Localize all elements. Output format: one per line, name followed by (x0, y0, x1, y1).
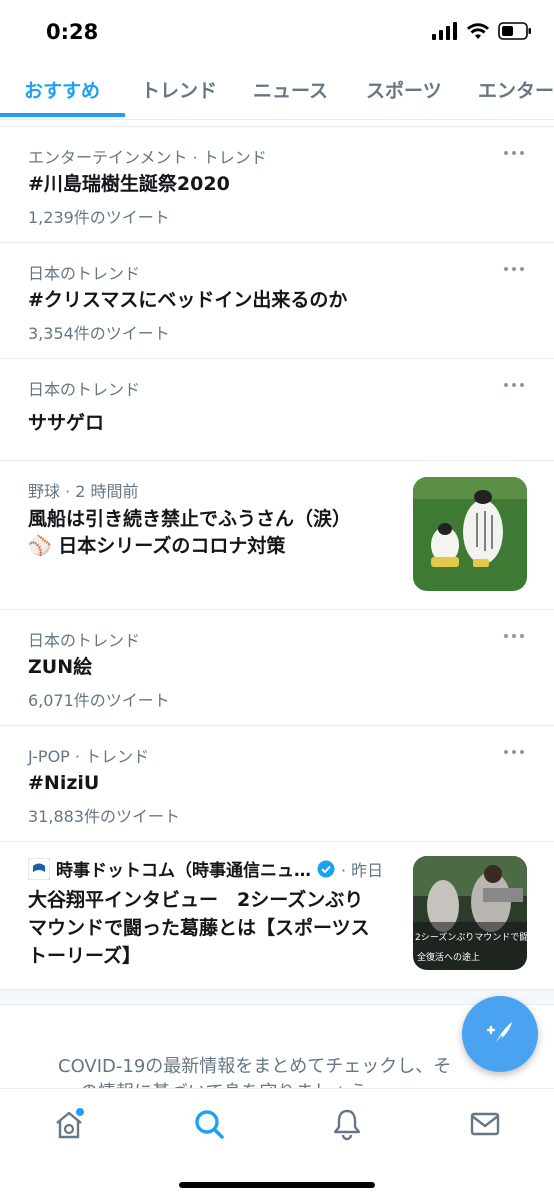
trend-meta: 日本のトレンド (28, 380, 141, 399)
more-options-icon[interactable] (504, 748, 524, 756)
news-thumbnail[interactable] (413, 477, 527, 591)
more-options-icon[interactable] (504, 381, 524, 389)
news-title-text: 日本シリーズのコロナ対策 (58, 535, 286, 557)
source-name: 時事ドットコム（時事通信ニュ… (56, 861, 311, 881)
trend-title: ササゲロ (28, 412, 105, 434)
jiji-logo-icon (28, 857, 50, 880)
trend-tweet-count: 31,883件のツイート (28, 807, 180, 826)
section-divider (0, 989, 554, 1005)
trend-item[interactable]: 日本のトレンド #クリスマスにベッドイン出来るのか 3,354件のツイート (0, 243, 554, 359)
compose-icon (486, 1022, 512, 1047)
compose-tweet-button[interactable] (462, 996, 538, 1072)
trend-meta: 日本のトレンド (28, 264, 141, 283)
trend-tweet-count: 3,354件のツイート (28, 324, 170, 343)
trend-item[interactable]: J-POP · トレンド #NiziU 31,883件のツイート (0, 726, 554, 842)
news-time: · 昨日 (341, 860, 384, 880)
tab-news[interactable]: ニュース (253, 76, 328, 103)
news-meta: 野球 · 2 時間前 (28, 482, 139, 501)
news-title-line1: 風船は引き続き禁止でふうさん（涙） (28, 508, 352, 530)
trend-meta: 日本のトレンド (28, 631, 141, 650)
mascot-image (413, 477, 527, 591)
active-tab-indicator (0, 113, 125, 117)
search-icon (195, 1110, 224, 1139)
news-title-line3: トーリーズ】 (28, 945, 142, 967)
home-tab[interactable] (52, 1107, 86, 1141)
status-time: 0:28 (46, 20, 99, 44)
trend-meta: エンターテインメント · トレンド (28, 148, 267, 167)
home-icon (56, 1108, 84, 1139)
thumbnail-caption-2: 全復活への途上 (417, 953, 481, 963)
trend-item[interactable]: 日本のトレンド ササゲロ (0, 359, 554, 461)
messages-tab[interactable] (468, 1107, 502, 1141)
trend-tweet-count: 6,071件のツイート (28, 691, 170, 710)
covid-info-text: COVID-19の最新情報をまとめてチェックし、そ (58, 1056, 452, 1077)
home-indicator (179, 1182, 375, 1188)
more-options-icon[interactable] (504, 149, 524, 157)
news-item[interactable]: 時事ドットコム（時事通信ニュ… · 昨日 大谷翔平インタビュー 2シーズンぶり … (0, 842, 554, 990)
status-icons (432, 22, 532, 40)
trend-tweet-count: 1,239件のツイート (28, 208, 170, 227)
wifi-icon (467, 23, 489, 39)
baseball-icon: ⚾️ (28, 535, 52, 557)
news-title-line1: 大谷翔平インタビュー 2シーズンぶり (28, 889, 364, 911)
signal-icon (432, 22, 457, 40)
battery-icon (498, 22, 531, 40)
news-item[interactable]: 野球 · 2 時間前 風船は引き続き禁止でふうさん（涙） ⚾️ 日本シリーズのコ… (0, 461, 554, 610)
trend-item[interactable]: 日本のトレンド ZUN絵 6,071件のツイート (0, 610, 554, 726)
mail-icon (470, 1112, 500, 1136)
notifications-tab[interactable] (330, 1107, 364, 1141)
trend-meta: J-POP · トレンド (28, 747, 150, 766)
news-source: 時事ドットコム（時事通信ニュ… · 昨日 (28, 856, 383, 881)
trend-title: #クリスマスにベッドイン出来るのか (28, 289, 348, 311)
trend-title: #NiziU (28, 772, 100, 794)
tab-trends[interactable]: トレンド (141, 76, 217, 103)
tab-entertainment[interactable]: エンター (478, 76, 554, 103)
more-options-icon[interactable] (504, 632, 524, 640)
more-options-icon[interactable] (504, 265, 524, 273)
bell-icon (333, 1109, 361, 1141)
trend-list: エンターテインメント · トレンド #川島瑞樹生誕祭2020 1,239件のツイ… (0, 126, 554, 990)
news-title-line2: ⚾️ 日本シリーズのコロナ対策 (28, 532, 285, 560)
verified-badge-icon (317, 860, 335, 877)
tab-sports[interactable]: スポーツ (366, 76, 442, 103)
thumbnail-caption: 2シーズンぶりマウンドで闘っ (415, 933, 527, 943)
trend-title: ZUN絵 (28, 656, 93, 678)
news-title-line2: マウンドで闘った葛藤とは【スポーツス (28, 917, 370, 939)
search-tab[interactable] (192, 1107, 226, 1141)
news-thumbnail[interactable]: 2シーズンぶりマウンドで闘っ 全復活への途上 (413, 856, 527, 970)
status-bar: 0:28 (0, 0, 554, 62)
trend-item[interactable]: エンターテインメント · トレンド #川島瑞樹生誕祭2020 1,239件のツイ… (0, 127, 554, 243)
explore-tabs: おすすめ トレンド ニュース スポーツ エンター (0, 62, 554, 120)
trend-title: #川島瑞樹生誕祭2020 (28, 173, 230, 195)
tab-recommended[interactable]: おすすめ (24, 76, 100, 103)
